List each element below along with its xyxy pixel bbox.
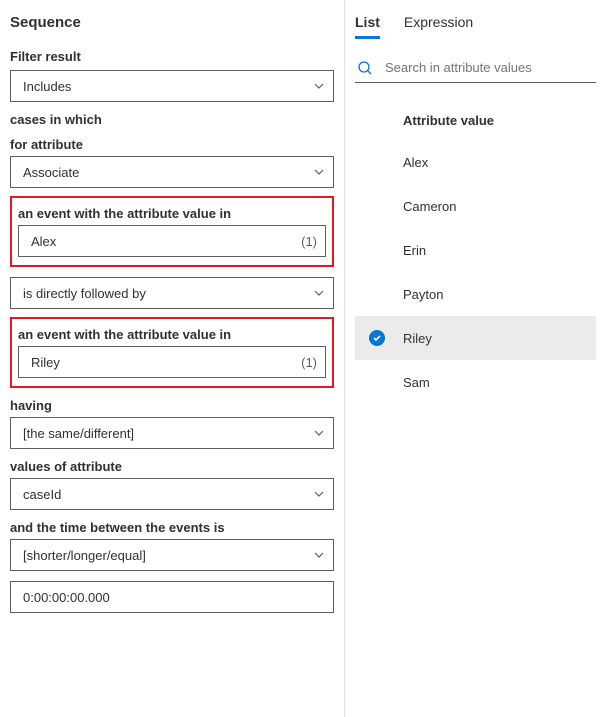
check-circle-icon [369,330,385,346]
attribute-item[interactable]: Riley [355,316,596,360]
values-attr-select[interactable]: caseId [10,478,334,510]
filter-result-label: Filter result [10,49,334,64]
tabs: List Expression [355,14,596,39]
values-attr-label: values of attribute [10,459,334,474]
attribute-list: Alex Cameron Erin Payton Riley Sam [355,140,596,404]
chevron-down-icon [313,287,325,299]
event2-select[interactable]: Riley (1) [18,346,326,378]
attribute-item[interactable]: Cameron [355,184,596,228]
filter-result-value: Includes [23,79,313,94]
attribute-value-header: Attribute value [355,107,596,134]
sequence-title: Sequence [10,14,334,31]
tab-expression[interactable]: Expression [404,14,473,39]
event1-count: (1) [301,234,317,249]
time-value-input[interactable]: 0:00:00:00.000 [10,581,334,613]
values-attr-value: caseId [23,487,313,502]
attribute-item-label: Erin [403,243,426,258]
time-comp-select[interactable]: [shorter/longer/equal] [10,539,334,571]
for-attribute-value: Associate [23,165,313,180]
time-label: and the time between the events is [10,520,334,535]
attribute-item-label: Riley [403,331,432,346]
attribute-item-label: Alex [403,155,428,170]
search-input[interactable] [383,59,594,76]
time-value: 0:00:00:00.000 [23,590,110,605]
check-slot [369,330,403,346]
event2-count: (1) [301,355,317,370]
attribute-item[interactable]: Alex [355,140,596,184]
time-comp-value: [shorter/longer/equal] [23,548,313,563]
having-value: [the same/different] [23,426,313,441]
attribute-item-label: Sam [403,375,430,390]
event1-select[interactable]: Alex (1) [18,225,326,257]
event1-group: an event with the attribute value in Ale… [10,196,334,267]
event1-label: an event with the attribute value in [18,206,326,221]
event2-group: an event with the attribute value in Ril… [10,317,334,388]
having-label: having [10,398,334,413]
chevron-down-icon [313,80,325,92]
tab-list[interactable]: List [355,14,380,39]
chevron-down-icon [313,427,325,439]
attribute-item-label: Cameron [403,199,456,214]
cases-label: cases in which [10,112,334,127]
event1-value: Alex [31,234,295,249]
having-select[interactable]: [the same/different] [10,417,334,449]
chevron-down-icon [313,166,325,178]
relation-value: is directly followed by [23,286,313,301]
relation-select[interactable]: is directly followed by [10,277,334,309]
attribute-item[interactable]: Erin [355,228,596,272]
search-icon [357,60,373,76]
chevron-down-icon [313,488,325,500]
attribute-item[interactable]: Payton [355,272,596,316]
for-attribute-label: for attribute [10,137,334,152]
search-row [355,55,596,83]
for-attribute-select[interactable]: Associate [10,156,334,188]
event2-value: Riley [31,355,295,370]
attribute-item[interactable]: Sam [355,360,596,404]
chevron-down-icon [313,549,325,561]
event2-label: an event with the attribute value in [18,327,326,342]
attribute-item-label: Payton [403,287,443,302]
filter-result-select[interactable]: Includes [10,70,334,102]
